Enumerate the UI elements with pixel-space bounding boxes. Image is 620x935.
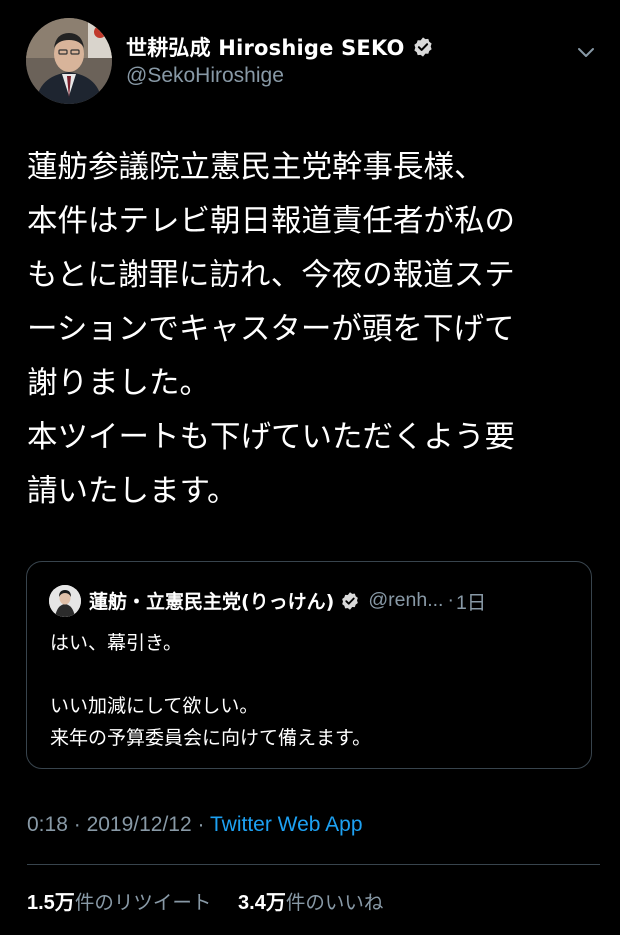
verified-badge-icon — [412, 36, 434, 58]
verified-badge-icon — [340, 591, 360, 611]
tweet-source-link[interactable]: Twitter Web App — [210, 813, 363, 836]
quoted-author-name: 蓮舫・立憲民主党(りっけん) — [89, 591, 335, 613]
retweets-stat[interactable]: 1.5万件のリツイート — [27, 890, 218, 914]
author-name-row[interactable]: 世耕弘成 Hiroshige SEKO — [126, 32, 434, 62]
tweet-stats: 1.5万件のリツイート 3.4万件のいいね — [27, 886, 383, 915]
quoted-author-avatar — [49, 585, 81, 617]
quoted-text-line — [50, 660, 570, 692]
quoted-tweet-time: 1日 — [455, 592, 487, 614]
quoted-tweet-card[interactable]: 蓮舫・立憲民主党(りっけん) @renh... · 1日 はい、幕引き。 いい加… — [26, 561, 592, 769]
retweets-count: 1.5万 — [27, 892, 75, 914]
separator-dot: · — [73, 813, 81, 836]
quoted-author-handle: @renh... — [368, 589, 444, 611]
quoted-text-line: 来年の予算委員会に向けて備えます。 — [50, 726, 372, 749]
chevron-down-icon[interactable] — [574, 40, 598, 64]
tweet-text: 蓮舫参議院立憲民主党幹事長様、 本件はテレビ朝日報道責任者が私の もとに謝罪に訪… — [27, 141, 592, 519]
tweet-text-line: 謝りました。 — [27, 366, 210, 401]
likes-stat[interactable]: 3.4万件のいいね — [238, 890, 383, 914]
separator-dot: · — [447, 589, 454, 611]
quoted-text-line: いい加減にして欲しい。 — [50, 695, 259, 717]
likes-label: 件のいいね — [285, 891, 384, 914]
quoted-tweet-text: はい、幕引き。 いい加減にして欲しい。 来年の予算委員会に向けて備えます。 — [50, 628, 570, 754]
quoted-text-line: はい、幕引き。 — [50, 632, 183, 654]
author-display-name[interactable]: 世耕弘成 Hiroshige SEKO — [126, 32, 405, 62]
tweet-date[interactable]: 2019/12/12 — [87, 813, 192, 836]
likes-count: 3.4万 — [238, 892, 286, 914]
retweets-label: 件のリツイート — [74, 891, 212, 914]
tweet-meta: 0:18 · 2019/12/12 · Twitter Web App — [27, 813, 363, 837]
tweet-text-line: 蓮舫参議院立憲民主党幹事長様、 — [27, 150, 485, 185]
tweet-time[interactable]: 0:18 — [27, 813, 68, 836]
divider — [27, 864, 600, 865]
separator-dot: · — [197, 813, 205, 836]
author-avatar[interactable] — [26, 18, 112, 104]
tweet-text-line: ーションでキャスターが頭を下げて — [27, 312, 515, 347]
tweet-text-line: 本件はテレビ朝日報道責任者が私の — [27, 204, 515, 239]
tweet-text-line: 本ツイートも下げていただくよう要 — [27, 420, 515, 455]
quoted-tweet-header: 蓮舫・立憲民主党(りっけん) @renh... · 1日 — [89, 586, 486, 615]
author-handle[interactable]: @SekoHiroshige — [126, 64, 284, 88]
tweet-detail: 世耕弘成 Hiroshige SEKO @SekoHiroshige 蓮舫参議院… — [0, 0, 620, 935]
tweet-text-line: もとに謝罪に訪れ、今夜の報道ステ — [27, 258, 515, 293]
tweet-text-line: 請いたします。 — [27, 474, 238, 509]
